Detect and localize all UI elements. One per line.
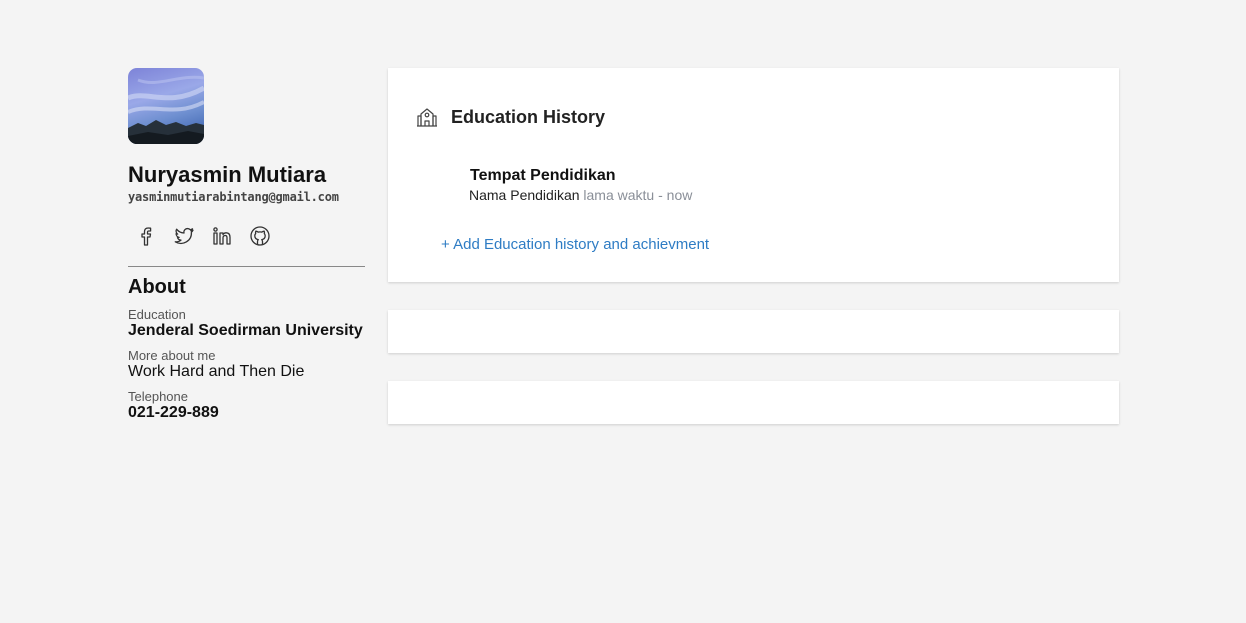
profile-divider — [128, 266, 365, 267]
profile-email: yasminmutiarabintang@gmail.com — [128, 190, 339, 204]
education-place: Tempat Pendidikan — [470, 167, 616, 184]
about-field-telephone: Telephone 021-229-889 — [128, 389, 365, 422]
avatar-image — [128, 68, 204, 144]
field-value: Work Hard and Then Die — [128, 363, 305, 380]
about-field-education: Education Jenderal Soedirman University — [128, 307, 365, 340]
education-time: lama waktu - now — [583, 187, 693, 203]
education-detail: Nama Pendidikan lama waktu - now — [469, 186, 692, 204]
empty-card — [388, 381, 1119, 424]
education-name: Nama Pendidikan — [469, 187, 580, 203]
profile-sidebar: Nuryasmin Mutiara yasminmutiarabintang@g… — [128, 68, 365, 422]
field-label: Telephone — [128, 389, 188, 404]
education-item: Tempat Pendidikan Nama Pendidikan lama w… — [469, 166, 692, 204]
profile-name: Nuryasmin Mutiara — [128, 162, 327, 187]
profile-page: Nuryasmin Mutiara yasminmutiarabintang@g… — [0, 0, 1246, 623]
field-value: 021-229-889 — [128, 404, 219, 421]
field-value: Jenderal Soedirman University — [128, 322, 363, 339]
education-title: Education History — [451, 106, 606, 127]
twitter-icon[interactable] — [172, 224, 196, 248]
field-label: More about me — [128, 348, 216, 363]
about-heading: About — [128, 276, 186, 298]
education-header: Education History — [415, 105, 605, 129]
add-education-link[interactable]: + Add Education history and achievment — [441, 236, 709, 253]
empty-card — [388, 310, 1119, 353]
social-links — [128, 224, 365, 248]
field-label: Education — [128, 307, 186, 322]
linkedin-icon[interactable] — [210, 224, 234, 248]
about-field-more-about-me: More about me Work Hard and Then Die — [128, 348, 365, 381]
github-icon[interactable] — [248, 224, 272, 248]
avatar — [128, 68, 204, 144]
facebook-icon[interactable] — [134, 224, 158, 248]
school-icon — [415, 105, 439, 129]
education-card: Education History Tempat Pendidikan Nama… — [388, 68, 1119, 282]
